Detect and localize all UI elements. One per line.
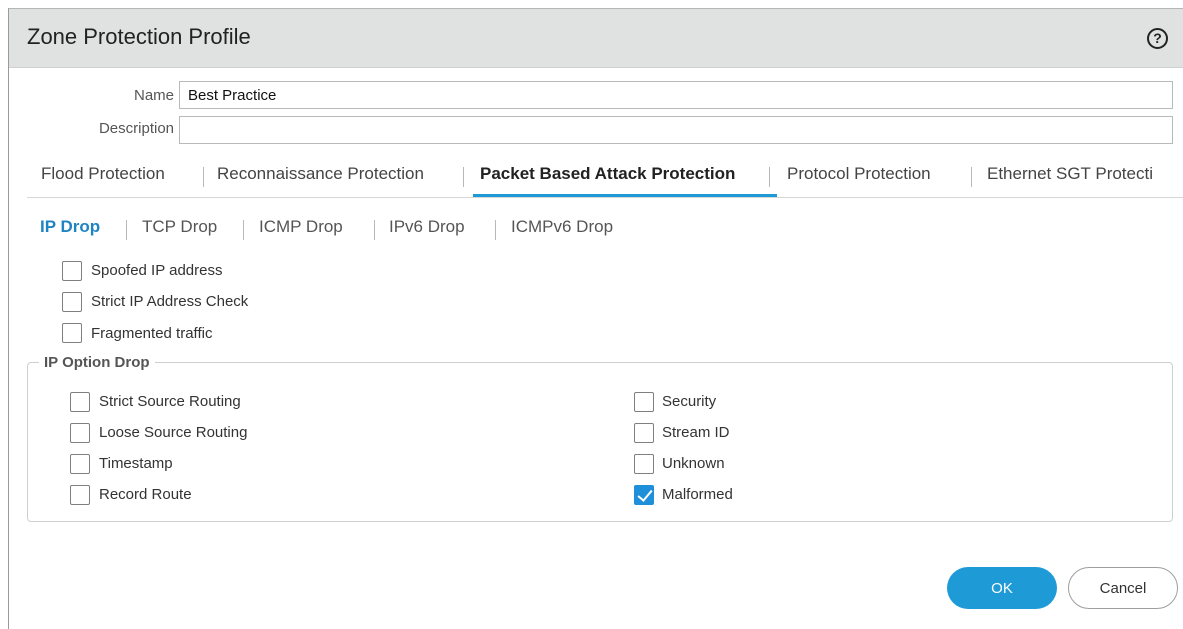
stream-id-checkbox[interactable] xyxy=(634,423,654,443)
loose-source-routing-label: Loose Source Routing xyxy=(99,424,248,441)
malformed-label: Malformed xyxy=(662,486,733,503)
strict-source-routing-checkbox[interactable] xyxy=(70,392,90,412)
strict-ip-check-label: Strict IP Address Check xyxy=(91,293,249,310)
strict-source-routing-label: Strict Source Routing xyxy=(99,393,241,410)
fragmented-traffic-checkbox[interactable] xyxy=(62,323,82,343)
name-input[interactable] xyxy=(179,81,1173,109)
security-label: Security xyxy=(662,393,717,410)
subtab-separator xyxy=(243,220,244,240)
active-tab-indicator xyxy=(473,194,777,197)
ip-option-drop-group xyxy=(27,362,1173,522)
description-input[interactable] xyxy=(179,116,1173,144)
ip-option-drop-legend: IP Option Drop xyxy=(39,354,155,371)
subtab-separator xyxy=(126,220,127,240)
tab-packet-based-attack-protection[interactable]: Packet Based Attack Protection xyxy=(480,164,735,184)
description-label: Description xyxy=(98,120,174,137)
subtab-icmp-drop[interactable]: ICMP Drop xyxy=(259,217,343,237)
subtab-ipv6-drop[interactable]: IPv6 Drop xyxy=(389,217,465,237)
timestamp-checkbox[interactable] xyxy=(70,454,90,474)
strict-ip-check-checkbox[interactable] xyxy=(62,292,82,312)
spoofed-ip-checkbox[interactable] xyxy=(62,261,82,281)
tab-flood-protection[interactable]: Flood Protection xyxy=(41,164,165,184)
record-route-label: Record Route xyxy=(99,486,192,503)
profile-tabs: Flood Protection Reconnaissance Protecti… xyxy=(27,157,1183,198)
spoofed-ip-label: Spoofed IP address xyxy=(91,262,223,279)
unknown-label: Unknown xyxy=(662,455,725,472)
zone-protection-dialog: Zone Protection Profile ? Name Descripti… xyxy=(8,8,1183,629)
ok-button[interactable]: OK xyxy=(947,567,1057,609)
subtab-icmpv6-drop[interactable]: ICMPv6 Drop xyxy=(511,217,613,237)
timestamp-label: Timestamp xyxy=(99,455,173,472)
tab-separator xyxy=(463,167,464,187)
dialog-titlebar: Zone Protection Profile ? xyxy=(9,9,1183,68)
tab-separator xyxy=(971,167,972,187)
dialog-title: Zone Protection Profile xyxy=(27,24,251,49)
subtab-separator xyxy=(374,220,375,240)
tab-separator xyxy=(203,167,204,187)
subtab-tcp-drop[interactable]: TCP Drop xyxy=(142,217,217,237)
tab-separator xyxy=(769,167,770,187)
record-route-checkbox[interactable] xyxy=(70,485,90,505)
security-checkbox[interactable] xyxy=(634,392,654,412)
loose-source-routing-checkbox[interactable] xyxy=(70,423,90,443)
help-icon[interactable]: ? xyxy=(1147,28,1168,49)
unknown-checkbox[interactable] xyxy=(634,454,654,474)
subtab-ip-drop[interactable]: IP Drop xyxy=(40,217,100,237)
stream-id-label: Stream ID xyxy=(662,424,730,441)
tab-reconnaissance-protection[interactable]: Reconnaissance Protection xyxy=(217,164,424,184)
tab-protocol-protection[interactable]: Protocol Protection xyxy=(787,164,931,184)
malformed-checkbox[interactable] xyxy=(634,485,654,505)
cancel-button[interactable]: Cancel xyxy=(1068,567,1178,609)
fragmented-traffic-label: Fragmented traffic xyxy=(91,325,213,342)
name-label: Name xyxy=(133,87,174,104)
subtab-separator xyxy=(495,220,496,240)
tab-ethernet-sgt-protection[interactable]: Ethernet SGT Protecti xyxy=(987,164,1153,184)
